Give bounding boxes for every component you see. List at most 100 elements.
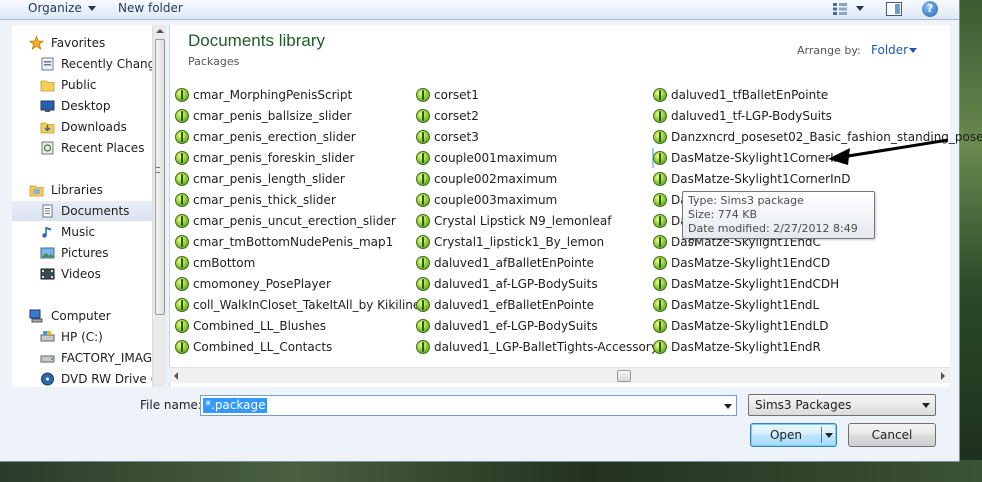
sims3-package-icon	[653, 235, 667, 249]
nav-drive-factory[interactable]: FACTORY_IMAGI	[12, 348, 152, 368]
scrollbar-grip	[156, 167, 160, 173]
file-name: couple001maximum	[434, 151, 558, 165]
chevron-down-icon[interactable]	[922, 403, 930, 408]
file-name: cmar_penis_foreskin_slider	[193, 151, 355, 165]
file-name: couple003maximum	[434, 193, 558, 207]
file-name: DasMatze-Skylight1EndR	[671, 340, 821, 354]
nav-label: Downloads	[61, 120, 127, 134]
nav-label: FACTORY_IMAGI	[61, 351, 152, 365]
nav-dvd-drive[interactable]: DVD RW Drive (F:	[12, 369, 152, 387]
view-options-chevron-icon[interactable]	[856, 6, 864, 11]
computer-icon	[29, 309, 43, 323]
file-name: cmar_tmBottomNudePenis_map1	[193, 235, 394, 249]
change-view-button[interactable]	[832, 2, 848, 16]
nav-videos[interactable]: Videos	[12, 264, 152, 284]
downloads-icon	[40, 122, 55, 134]
sims3-package-icon	[416, 151, 430, 165]
sims3-package-icon	[416, 109, 430, 123]
file-name: daluved1_tfBalletEnPointe	[671, 88, 829, 102]
chevron-down-icon[interactable]	[909, 48, 917, 53]
split-divider	[821, 427, 822, 443]
nav-label: Favorites	[51, 36, 106, 50]
view-icon	[833, 3, 847, 15]
sims3-package-icon	[653, 340, 667, 354]
sims3-package-icon	[175, 130, 189, 144]
help-button[interactable]: ?	[922, 1, 938, 17]
nav-recent-places[interactable]: Recent Places	[12, 138, 152, 158]
scroll-left-icon[interactable]	[174, 372, 178, 380]
file-name: couple002maximum	[434, 172, 558, 186]
sims3-package-icon	[653, 214, 667, 228]
recent-icon	[41, 57, 54, 71]
scrollbar-thumb[interactable]	[617, 370, 631, 382]
file-name: Combined_LL_Contacts	[193, 340, 333, 354]
file-name-input[interactable]: *.package	[200, 395, 737, 416]
file-name: cmar_penis_thick_slider	[193, 193, 336, 207]
arrange-by-dropdown[interactable]: Folder	[871, 43, 908, 57]
new-folder-button[interactable]: New folder	[112, 0, 189, 20]
sims3-package-icon	[416, 298, 430, 312]
nav-downloads[interactable]: Downloads	[12, 117, 152, 137]
nav-recently-changed[interactable]: Recently Change	[12, 54, 152, 74]
file-name: DasMatze-Skylight1EndL	[671, 298, 820, 312]
nav-label: Music	[61, 225, 96, 239]
nav-music[interactable]: Music	[12, 222, 152, 242]
nav-label: Desktop	[61, 99, 111, 113]
preview-pane-button[interactable]	[886, 2, 902, 16]
file-name: cmar_MorphingPenisScript	[193, 88, 353, 102]
chevron-down-icon[interactable]	[825, 433, 833, 438]
nav-public[interactable]: Public	[12, 75, 152, 95]
tooltip-date: Date modified: 2/27/2012 8:49 PM	[688, 222, 858, 249]
file-name: daluved1_afBalletEnPointe	[434, 256, 594, 270]
nav-documents[interactable]: Documents	[12, 201, 152, 221]
sims3-package-icon	[416, 172, 430, 186]
nav-label: Libraries	[51, 183, 103, 197]
scrollbar-thumb[interactable]	[155, 39, 165, 315]
tooltip-type: Type: Sims3 package	[688, 194, 804, 207]
file-name: DasMatze-Skylight1EndCDH	[671, 277, 840, 291]
navigation-pane: Favorites Recently Change Public Desktop…	[12, 25, 152, 387]
annotation-arrow-icon	[828, 138, 949, 165]
sims3-package-icon	[653, 172, 667, 186]
open-button[interactable]: Open	[750, 423, 837, 447]
folder-icon	[40, 80, 55, 92]
file-type-select[interactable]: Sims3 Packages	[748, 394, 936, 416]
file-name: daluved1_efBalletEnPointe	[434, 298, 594, 312]
nav-libraries[interactable]: Libraries	[12, 180, 152, 200]
sims3-package-icon	[175, 151, 189, 165]
scroll-right-icon[interactable]	[941, 372, 945, 380]
file-name: cmBottom	[193, 256, 256, 270]
nav-label: Computer	[51, 309, 111, 323]
nav-drive-c[interactable]: HP (C:)	[12, 327, 152, 347]
sims3-package-icon	[653, 256, 667, 270]
file-name: cmar_penis_uncut_erection_slider	[193, 214, 396, 228]
file-name: corset2	[434, 109, 479, 123]
nav-label: HP (C:)	[61, 330, 103, 344]
organize-button[interactable]: Organize	[22, 0, 102, 20]
navigation-scrollbar[interactable]	[152, 25, 166, 387]
sims3-package-icon	[416, 235, 430, 249]
nav-label: Videos	[61, 267, 101, 281]
sims3-package-icon	[653, 130, 667, 144]
sims3-package-icon	[175, 319, 189, 333]
scroll-up-icon[interactable]	[156, 29, 164, 33]
nav-favorites[interactable]: Favorites	[12, 33, 152, 53]
dvd-icon	[41, 372, 54, 386]
file-name: Combined_LL_Blushes	[193, 319, 327, 333]
open-label: Open	[769, 428, 803, 442]
nav-pictures[interactable]: Pictures	[12, 243, 152, 263]
file-info-tooltip: Type: Sims3 package Size: 774 KB Date mo…	[682, 191, 875, 249]
music-icon	[42, 227, 51, 238]
cancel-button[interactable]: Cancel	[848, 423, 936, 447]
chevron-down-icon[interactable]	[724, 404, 732, 409]
sims3-package-icon	[416, 256, 430, 270]
horizontal-scrollbar[interactable]	[169, 367, 950, 383]
sims3-package-icon	[653, 319, 667, 333]
file-name-value[interactable]: *.package	[203, 398, 268, 413]
nav-computer[interactable]: Computer	[12, 306, 152, 326]
sims3-package-icon	[175, 214, 189, 228]
pictures-icon	[40, 247, 55, 259]
nav-label: DVD RW Drive (F:	[61, 372, 152, 386]
nav-desktop[interactable]: Desktop	[12, 96, 152, 116]
file-name-label: File name:	[140, 398, 202, 412]
